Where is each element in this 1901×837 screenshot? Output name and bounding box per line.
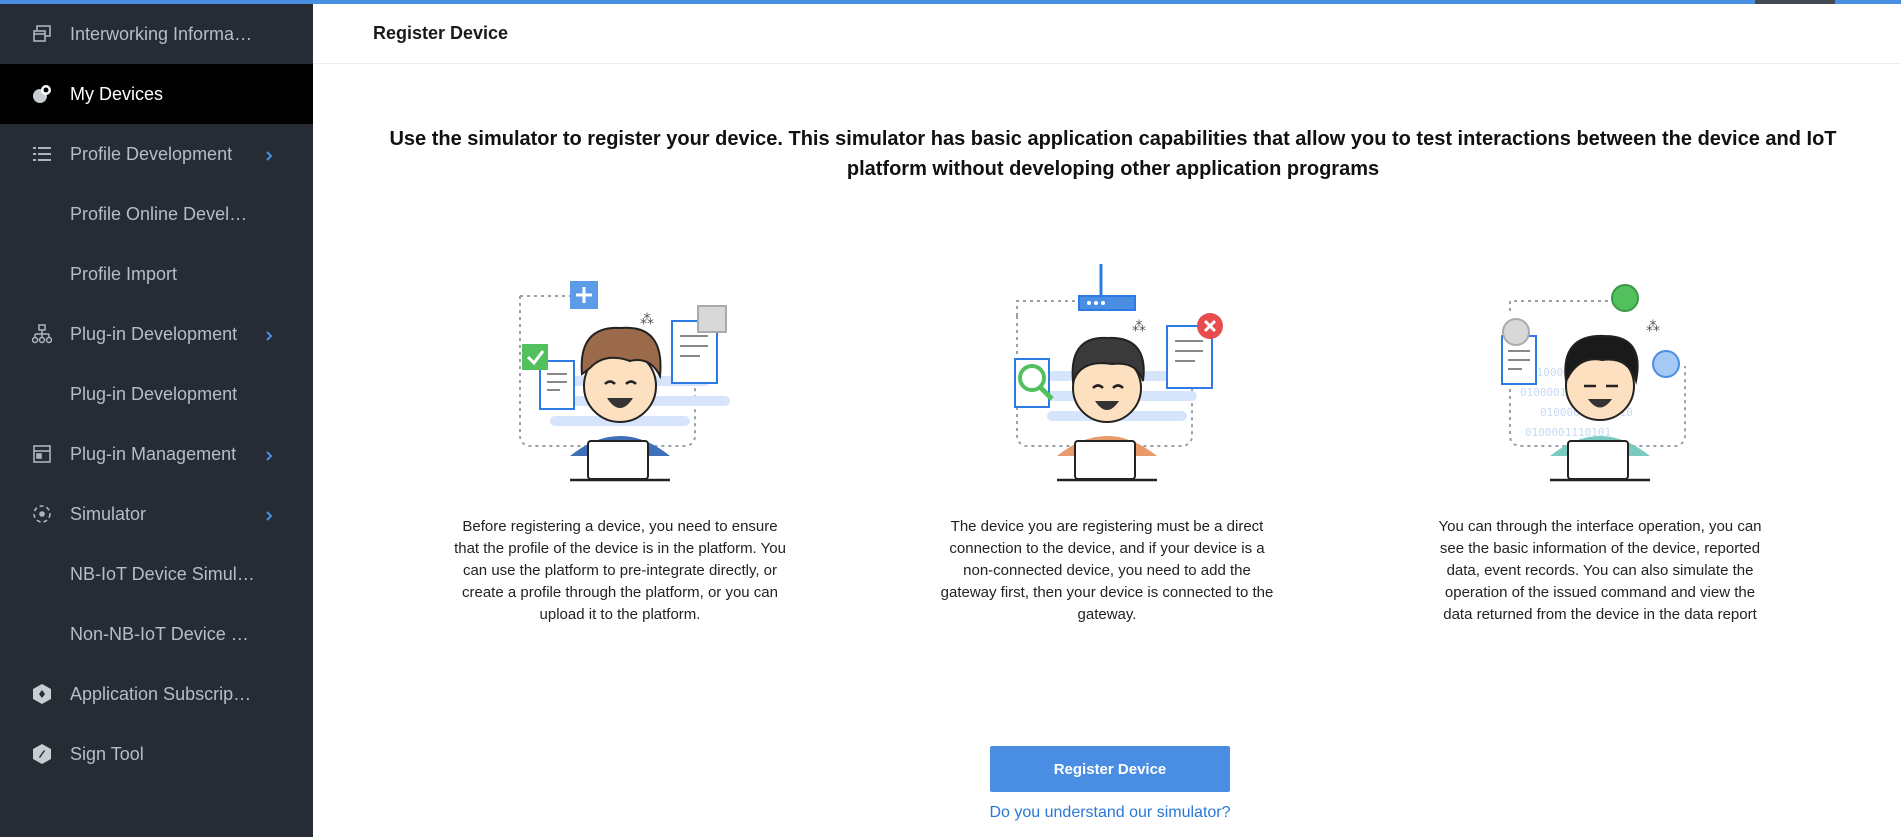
sidebar-item-label: Simulator	[70, 503, 147, 524]
hierarchy-icon	[30, 322, 54, 346]
sidebar-item-label: Plug-in Management	[70, 443, 237, 464]
svg-text:⁂: ⁂	[1646, 319, 1660, 335]
sidebar-item-plugin-development[interactable]: Plug-in Development	[0, 304, 313, 364]
hexagon-icon	[30, 682, 54, 706]
step-description: Before registering a device, you need to…	[454, 518, 786, 623]
sidebar-item-label: Profile Import	[70, 263, 178, 284]
window-icon	[30, 22, 54, 46]
sidebar-item-label: Application Subscription	[70, 683, 255, 704]
sidebar-item-label: Plug-in Development	[70, 383, 238, 404]
page-title: Register Device	[373, 23, 509, 43]
simulator-help-link[interactable]: Do you understand our simulator?	[910, 804, 1310, 822]
sidebar-item-simulator[interactable]: Simulator	[0, 484, 313, 544]
sidebar-item-non-nb-iot-device-simulator[interactable]: Non-NB-IoT Device S...	[0, 604, 313, 664]
sidebar-item-label: Plug-in Development	[70, 323, 238, 344]
page-header: Register Device	[313, 4, 1901, 64]
sidebar: Interworking Information My Devices Prof…	[0, 4, 313, 837]
chevron-right-icon	[262, 507, 276, 521]
sidebar-item-label: NB-IoT Device Simula...	[70, 563, 255, 584]
chevron-right-icon	[262, 447, 276, 461]
sidebar-item-sign-tool[interactable]: Sign Tool	[0, 724, 313, 784]
sidebar-item-label: Profile Online Develop...	[70, 203, 255, 224]
sidebar-item-label: My Devices	[70, 83, 164, 104]
step-description: The device you are registering must be a…	[940, 518, 1274, 623]
list-icon	[30, 142, 54, 166]
devices-icon	[30, 82, 54, 106]
sidebar-item-profile-development[interactable]: Profile Development	[0, 124, 313, 184]
developer-gateway-illustration: ⁂	[1014, 264, 1223, 482]
svg-text:⁂: ⁂	[640, 312, 654, 328]
hexagon-icon	[30, 742, 54, 766]
chevron-right-icon	[262, 147, 276, 161]
step-card-operation: 0100001110101 010000111010 0100001110101…	[1430, 256, 1770, 626]
sidebar-item-profile-online-development[interactable]: Profile Online Develop...	[0, 184, 313, 244]
sidebar-item-plugin-development-sub[interactable]: Plug-in Development	[0, 364, 313, 424]
panel-icon	[30, 442, 54, 466]
step-description: You can through the interface operation,…	[1438, 518, 1762, 623]
sidebar-item-label: Profile Development	[70, 143, 233, 164]
sidebar-item-application-subscription[interactable]: Application Subscription	[0, 664, 313, 724]
sidebar-item-nb-iot-device-simulator[interactable]: NB-IoT Device Simula...	[0, 544, 313, 604]
simulator-icon	[30, 502, 54, 526]
sidebar-item-label: Interworking Information	[70, 23, 255, 44]
developer-profile-illustration: ⁂	[519, 281, 730, 482]
sidebar-item-profile-import[interactable]: Profile Import	[0, 244, 313, 304]
chevron-right-icon	[262, 327, 276, 341]
sidebar-item-interworking-information[interactable]: Interworking Information	[0, 4, 313, 64]
sidebar-item-label: Non-NB-IoT Device S...	[70, 623, 255, 644]
sidebar-item-label: Sign Tool	[70, 743, 144, 764]
sidebar-item-plugin-management[interactable]: Plug-in Management	[0, 424, 313, 484]
developer-data-illustration: 0100001110101 010000111010 0100001110101…	[1501, 284, 1686, 482]
svg-text:⁂: ⁂	[1132, 319, 1146, 335]
sidebar-item-my-devices[interactable]: My Devices	[0, 64, 313, 124]
main-content: Register Device Use the simulator to reg…	[313, 4, 1901, 837]
intro-text: Use the simulator to register your devic…	[389, 128, 1837, 180]
step-card-profile: ⁂ Before registering a device, you need …	[450, 256, 790, 626]
register-device-button[interactable]: Register Device	[990, 746, 1230, 792]
step-card-connection: ⁂ The device you are registering must be…	[937, 256, 1277, 626]
